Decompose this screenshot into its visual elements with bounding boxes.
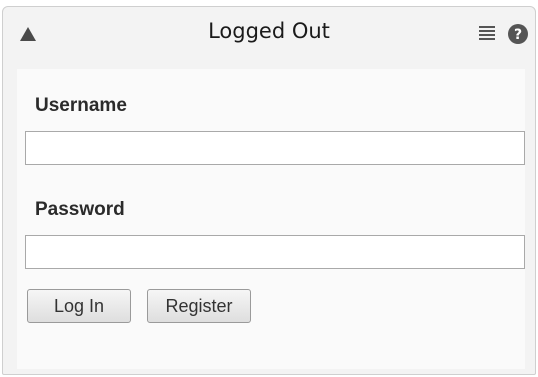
username-label: Username bbox=[35, 95, 127, 116]
register-button[interactable]: Register bbox=[147, 289, 251, 323]
menu-icon[interactable] bbox=[477, 23, 499, 43]
password-input[interactable] bbox=[25, 235, 525, 269]
svg-text:?: ? bbox=[514, 27, 522, 43]
password-label: Password bbox=[35, 199, 125, 220]
panel-title: Logged Out bbox=[208, 19, 330, 43]
login-panel: Logged Out ? Username Password Log In Re… bbox=[2, 6, 536, 375]
collapse-icon[interactable] bbox=[19, 26, 37, 42]
username-input[interactable] bbox=[25, 131, 525, 165]
login-form: Username Password Log In Register bbox=[17, 69, 525, 369]
panel-titlebar: Logged Out ? bbox=[3, 7, 535, 61]
login-button[interactable]: Log In bbox=[27, 289, 131, 323]
help-icon[interactable]: ? bbox=[507, 23, 529, 45]
